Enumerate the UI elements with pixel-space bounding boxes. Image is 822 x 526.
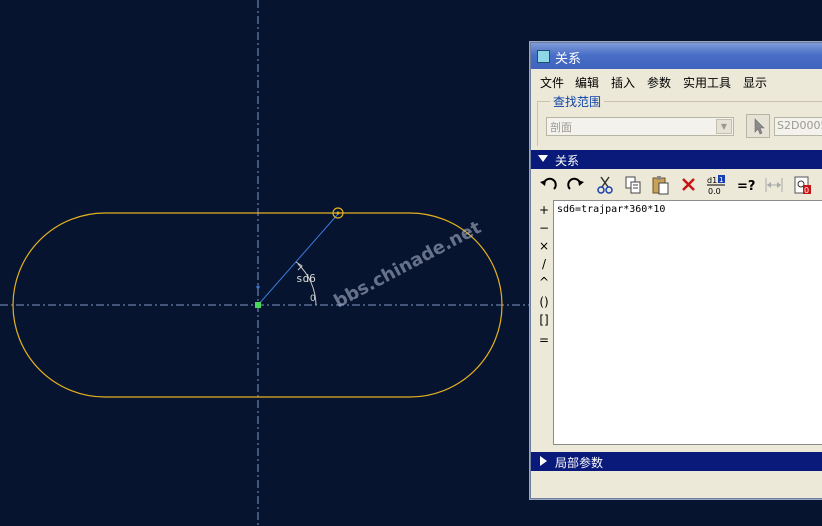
relation-text[interactable]: sd6=trajpar*360*10 (557, 204, 665, 215)
operator-plus-button[interactable]: + (537, 203, 551, 217)
expand-triangle-icon (540, 456, 547, 466)
paste-icon[interactable] (649, 174, 673, 196)
menu-insert[interactable]: 插入 (611, 74, 635, 91)
copy-icon[interactable] (621, 174, 645, 196)
dialog-title: 关系 (555, 52, 582, 67)
operator-equals-button[interactable]: = (537, 333, 551, 347)
relations-toolbar: d1 1 0.0 =? 0 (531, 171, 822, 199)
window-icon (537, 50, 550, 63)
menu-file[interactable]: 文件 (540, 74, 564, 91)
menu-bar: 文件 编辑 插入 参数 实用工具 显示 (531, 71, 822, 91)
redo-icon[interactable] (564, 174, 588, 196)
operator-brackets-button[interactable]: [] (537, 313, 551, 327)
evaluate-icon[interactable]: =? (734, 174, 758, 196)
menu-edit[interactable]: 编辑 (575, 74, 599, 91)
menu-utilities[interactable]: 实用工具 (683, 74, 731, 91)
menu-parameters[interactable]: 参数 (647, 74, 671, 91)
look-in-group: 查找范围 剖面 ▼ S2D0005 (537, 93, 822, 146)
cut-icon[interactable] (593, 174, 617, 196)
look-in-select[interactable]: 剖面 ▼ (546, 117, 734, 136)
construction-line (257, 213, 339, 306)
operator-power-button[interactable]: ^ (537, 275, 551, 289)
cursor-arrow-icon (754, 118, 765, 135)
center-point (255, 302, 261, 308)
local-parameters-header[interactable]: 局部参数 (531, 452, 822, 471)
chevron-down-icon[interactable]: ▼ (716, 119, 732, 134)
section-id-field: S2D0005 (774, 117, 822, 136)
verify-relations-icon[interactable]: 0 (791, 174, 815, 196)
watermark: bbs.chinade.net (330, 217, 485, 312)
delete-icon[interactable] (677, 174, 701, 196)
dialog-bottom-area (531, 475, 822, 498)
menu-display[interactable]: 显示 (743, 74, 767, 91)
operator-minus-button[interactable]: − (537, 221, 551, 235)
svg-text:0: 0 (804, 186, 809, 195)
svg-text:=?: =? (737, 179, 755, 194)
relations-section-header[interactable]: 关系 (531, 150, 822, 169)
relations-dialog: 关系 文件 编辑 插入 参数 实用工具 显示 查找范围 剖面 ▼ S2D0005… (530, 42, 822, 499)
local-parameters-label: 局部参数 (555, 456, 604, 470)
collapse-triangle-icon (538, 155, 548, 162)
sort-relations-icon[interactable] (762, 174, 786, 196)
dialog-titlebar[interactable]: 关系 (531, 43, 822, 69)
svg-text:d1: d1 (707, 176, 717, 185)
switch-dimensions-icon[interactable]: d1 1 0.0 (705, 174, 729, 196)
operator-multiply-button[interactable]: × (537, 239, 551, 253)
section-id-value: S2D0005 (777, 119, 822, 132)
angle-value: 0 (310, 294, 316, 304)
operator-divide-button[interactable]: / (537, 257, 551, 271)
dimension-label[interactable]: sd6 (296, 272, 316, 285)
undo-icon[interactable] (536, 174, 560, 196)
operator-parentheses-button[interactable]: () (537, 295, 551, 309)
relations-editor[interactable]: sd6=trajpar*360*10 (553, 200, 822, 445)
relations-section-label: 关系 (555, 154, 580, 168)
look-in-value: 剖面 (550, 121, 572, 134)
svg-text:0.0: 0.0 (708, 187, 721, 196)
look-in-label: 查找范围 (550, 93, 605, 110)
select-pointer-button[interactable] (746, 114, 770, 138)
svg-text:1: 1 (719, 176, 723, 184)
